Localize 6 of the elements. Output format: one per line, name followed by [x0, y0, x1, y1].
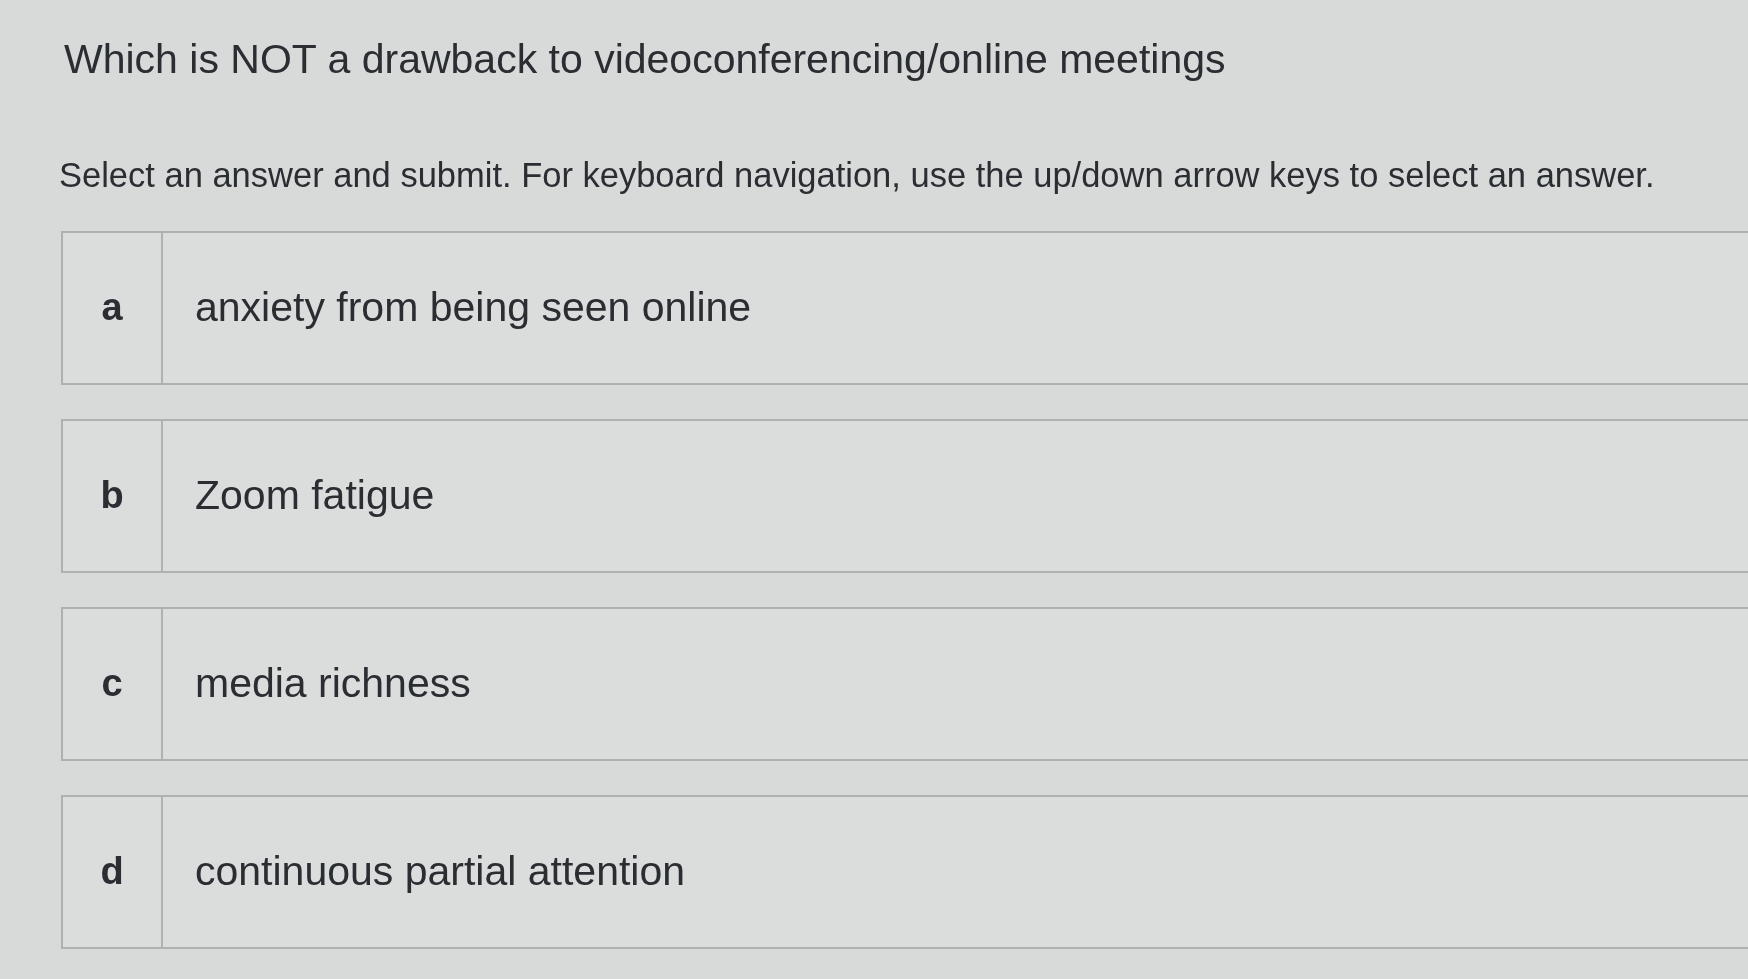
answer-option[interactable]: b Zoom fatigue [61, 418, 1748, 573]
instructions-text: Select an answer and submit. For keyboard navigation, use the up/down arrow keys to select an answer. [59, 155, 1655, 197]
answer-option[interactable]: c media richness [61, 606, 1748, 761]
answer-option[interactable]: a anxiety from being seen online [61, 230, 1748, 385]
answer-option[interactable]: d continuous partial attention [61, 794, 1748, 949]
question-title: Which is NOT a drawback to videoconferencing/online meetings [64, 35, 1226, 84]
